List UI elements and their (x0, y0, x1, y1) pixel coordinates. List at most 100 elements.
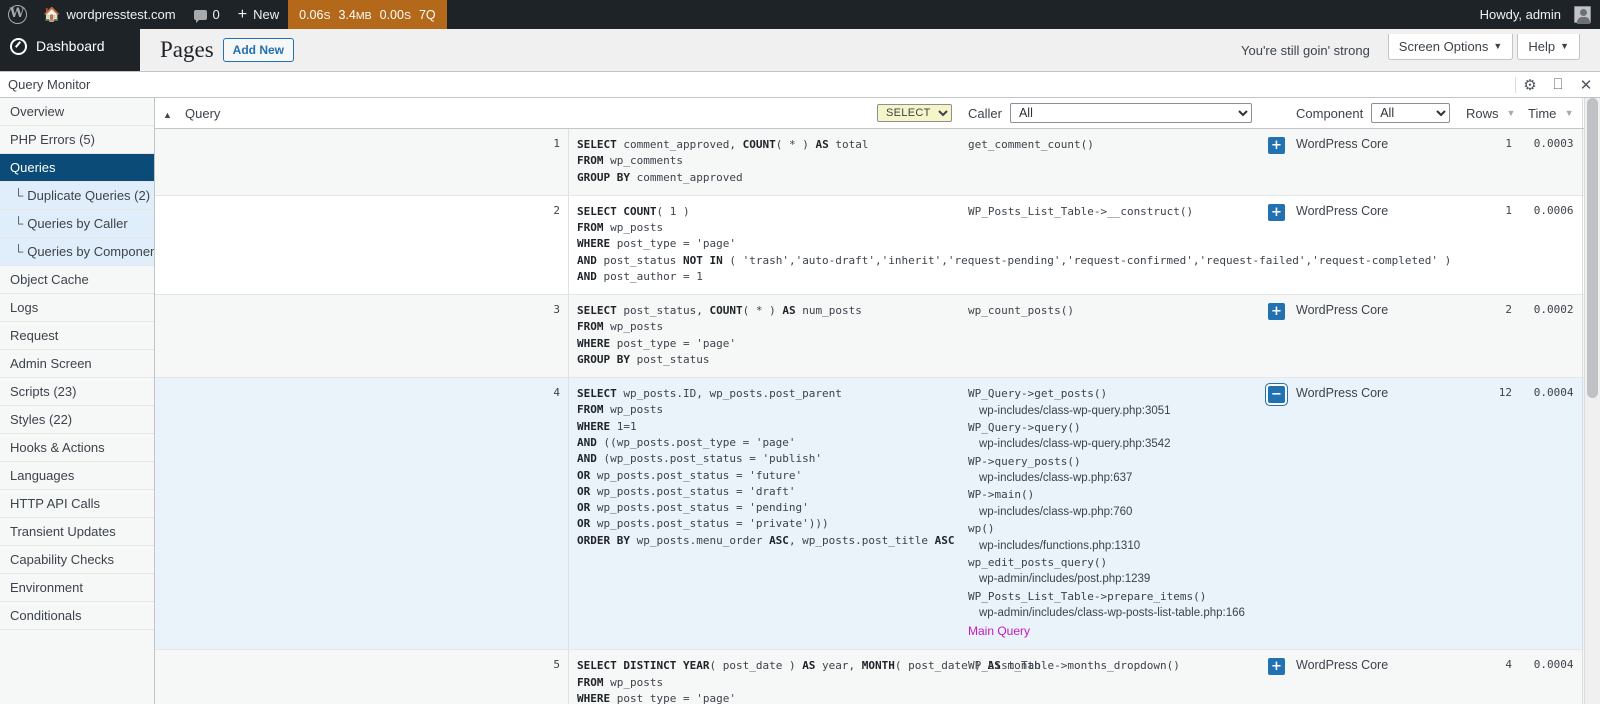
expand-stack-button[interactable]: + (1268, 203, 1285, 221)
qm-nav-item-label: Queries (10, 160, 56, 175)
expand-stack-button[interactable]: + (1268, 303, 1285, 321)
home-icon: 🏠 (43, 6, 61, 22)
qm-nav-item[interactable]: Admin Screen (0, 350, 154, 378)
sql-line: SELECT COUNT( 1 ) (577, 204, 690, 218)
sort-column-header[interactable]: ▲ (155, 98, 177, 129)
collapse-stack-button[interactable]: − (1268, 386, 1285, 404)
qm-nav-item-label: Object Cache (10, 272, 89, 287)
stack-function: WP_Query->query() (968, 420, 1081, 434)
qm-nav-item[interactable]: Object Cache (0, 266, 154, 294)
row-spacer-cell (155, 294, 177, 379)
qm-nav-item[interactable]: PHP Errors (5) (0, 126, 154, 154)
query-sql-cell: SELECT COUNT( 1 ) FROM wp_posts WHERE post… (568, 195, 1452, 296)
qm-nav-item[interactable]: Queries (0, 154, 154, 182)
qm-nav-item[interactable]: Styles (22) (0, 406, 154, 434)
query-monitor-body: Overview PHP Errors (5) Queries └ Duplicate … (0, 98, 1600, 704)
qm-nav-item[interactable]: └ Queries by Component (0, 238, 154, 266)
stack-file-path: wp-includes/functions.php:1310 (979, 539, 1141, 552)
qm-nav-item[interactable]: Transient Updates (0, 518, 154, 546)
stack-function: wp_edit_posts_query() (968, 555, 1108, 569)
site-name-menu[interactable]: 🏠 wordpresstest.com (34, 0, 185, 29)
row-spacer-cell (155, 195, 177, 296)
expand-stack-button[interactable]: + (1268, 137, 1285, 154)
time-column-header[interactable]: Time ▼ (1520, 98, 1582, 129)
stack-file-path: wp-admin/includes/class-wp-posts-list-ta… (979, 607, 1245, 620)
comment-bubble-icon (193, 9, 207, 23)
row-number: 4 (177, 377, 569, 651)
page-heading-bar: Pages Add New You're still goin' strong … (140, 29, 1600, 71)
table-row: 4 SELECT wp_posts.ID, wp_posts.post_paren… (155, 377, 1600, 651)
comments-bubble-link[interactable]: 0 (185, 0, 229, 29)
query-column-label: Query (185, 105, 221, 121)
qm-nav-item[interactable]: └ Duplicate Queries (2) (0, 182, 154, 210)
table-body: 1 SELECT comment_approved, COUNT( * ) AS … (155, 128, 1600, 704)
qm-nav-item[interactable]: Conditionals (0, 602, 154, 630)
caller-cell: WP_Query->get_posts() wp-includes/class-w… (960, 377, 1260, 651)
gear-icon[interactable]: ⚙ (1516, 72, 1544, 97)
table-row: 2 SELECT COUNT( 1 ) FROM wp_posts WHERE pos… (155, 195, 1600, 296)
sql-line: AND (wp_posts.post_status = 'publish' (577, 452, 823, 466)
row-number: 2 (177, 195, 569, 296)
vertical-scrollbar[interactable] (1584, 98, 1600, 704)
qm-nav-item[interactable]: Logs (0, 294, 154, 322)
stack-file-path: wp-includes/class-wp.php:637 (979, 472, 1133, 485)
qm-nav-item[interactable]: Environment (0, 574, 154, 602)
qm-nav-item[interactable]: └ Queries by Caller (0, 210, 154, 238)
table-row: 1 SELECT comment_approved, COUNT( * ) AS … (155, 128, 1600, 196)
tree-elbow-icon: └ (14, 244, 24, 259)
goin-strong-text: You're still goin' strong (1241, 42, 1370, 58)
component-cell: WordPress Core (1288, 195, 1458, 296)
screen-options-button[interactable]: Screen Options ▼ (1387, 34, 1514, 60)
sql-line: WHERE post_type = 'page' (577, 691, 736, 704)
screen-root: W 🏠 wordpresstest.com 0 + New 0.06S 3.4M… (0, 0, 1600, 704)
help-button[interactable]: Help ▼ (1517, 34, 1580, 60)
table-header: ▲ Query SELECT Caller All Component All … (155, 98, 1600, 129)
qm-nav-item[interactable]: Capability Checks (0, 546, 154, 574)
qm-nav-item[interactable]: Overview (0, 98, 154, 126)
howdy-label: Howdy, admin (1479, 7, 1561, 22)
new-content-menu[interactable]: + New (229, 0, 288, 29)
caller-cell: get_comment_count() (960, 128, 1260, 196)
qm-nav-item[interactable]: Scripts (23) (0, 378, 154, 406)
wordpress-logo-button[interactable]: W (0, 0, 34, 29)
sql-line: SELECT comment_approved, COUNT( * ) AS t… (577, 138, 869, 151)
query-monitor-stats-button[interactable]: 0.06S 3.4MB 0.00S 7Q (288, 0, 447, 29)
qm-nav-item-label: Duplicate Queries (2) (27, 188, 151, 203)
qm-nav-item-label: Queries by Caller (27, 216, 128, 231)
wordpress-logo-icon: W (7, 5, 27, 24)
qm-nav-item[interactable]: HTTP API Calls (0, 490, 154, 518)
caller-function: WP_Posts_List_Table->__construct() (968, 204, 1194, 218)
scrollbar-thumb[interactable] (1587, 98, 1598, 398)
stack-function: WP->query_posts() (968, 454, 1081, 468)
table-header-row: ▲ Query SELECT Caller All Component All … (155, 98, 1600, 129)
sql-line: OR wp_posts.post_status = 'future' (577, 468, 803, 482)
qm-nav-item[interactable]: Languages (0, 462, 154, 490)
qm-nav-item-label: Logs (10, 300, 39, 315)
sort-descending-icon: ▼ (1506, 108, 1516, 118)
component-cell: WordPress Core (1288, 649, 1458, 704)
qm-nav-item-label: Scripts (23) (10, 384, 77, 399)
caller-column-label: Caller (968, 105, 1002, 121)
sql-line: AND post_status NOT IN ( 'trash','auto-d… (577, 253, 1452, 267)
rows-column-header[interactable]: Rows ▼ (1458, 98, 1520, 129)
plus-icon: + (237, 5, 248, 23)
expand-stack-button[interactable]: + (1268, 658, 1285, 676)
sql-line: SELECT post_status, COUNT( * ) AS num_po… (577, 304, 862, 318)
stack-toggle-cell: + (1260, 294, 1288, 379)
component-filter[interactable]: All (1371, 103, 1450, 123)
add-new-button[interactable]: Add New (222, 37, 295, 63)
window-position-icon[interactable]: ⎕ (1544, 72, 1572, 97)
close-icon[interactable]: ✕ (1572, 72, 1600, 97)
sort-descending-icon: ▼ (1564, 108, 1574, 118)
query-type-filter[interactable]: SELECT (877, 104, 952, 122)
qm-nav-item-label: Conditionals (10, 608, 82, 623)
qm-nav-item-label: Admin Screen (10, 356, 92, 371)
sql-line: GROUP BY comment_approved (577, 170, 743, 184)
sidebar-item-dashboard[interactable]: Dashboard (0, 29, 140, 63)
howdy-menu[interactable]: Howdy, admin (1471, 0, 1600, 29)
stack-toggle-cell: + (1260, 649, 1288, 704)
qm-nav-item[interactable]: Request (0, 322, 154, 350)
qm-nav-item[interactable]: Hooks & Actions (0, 434, 154, 462)
component-column-label: Component (1296, 105, 1364, 121)
caller-filter[interactable]: All (1009, 103, 1252, 123)
